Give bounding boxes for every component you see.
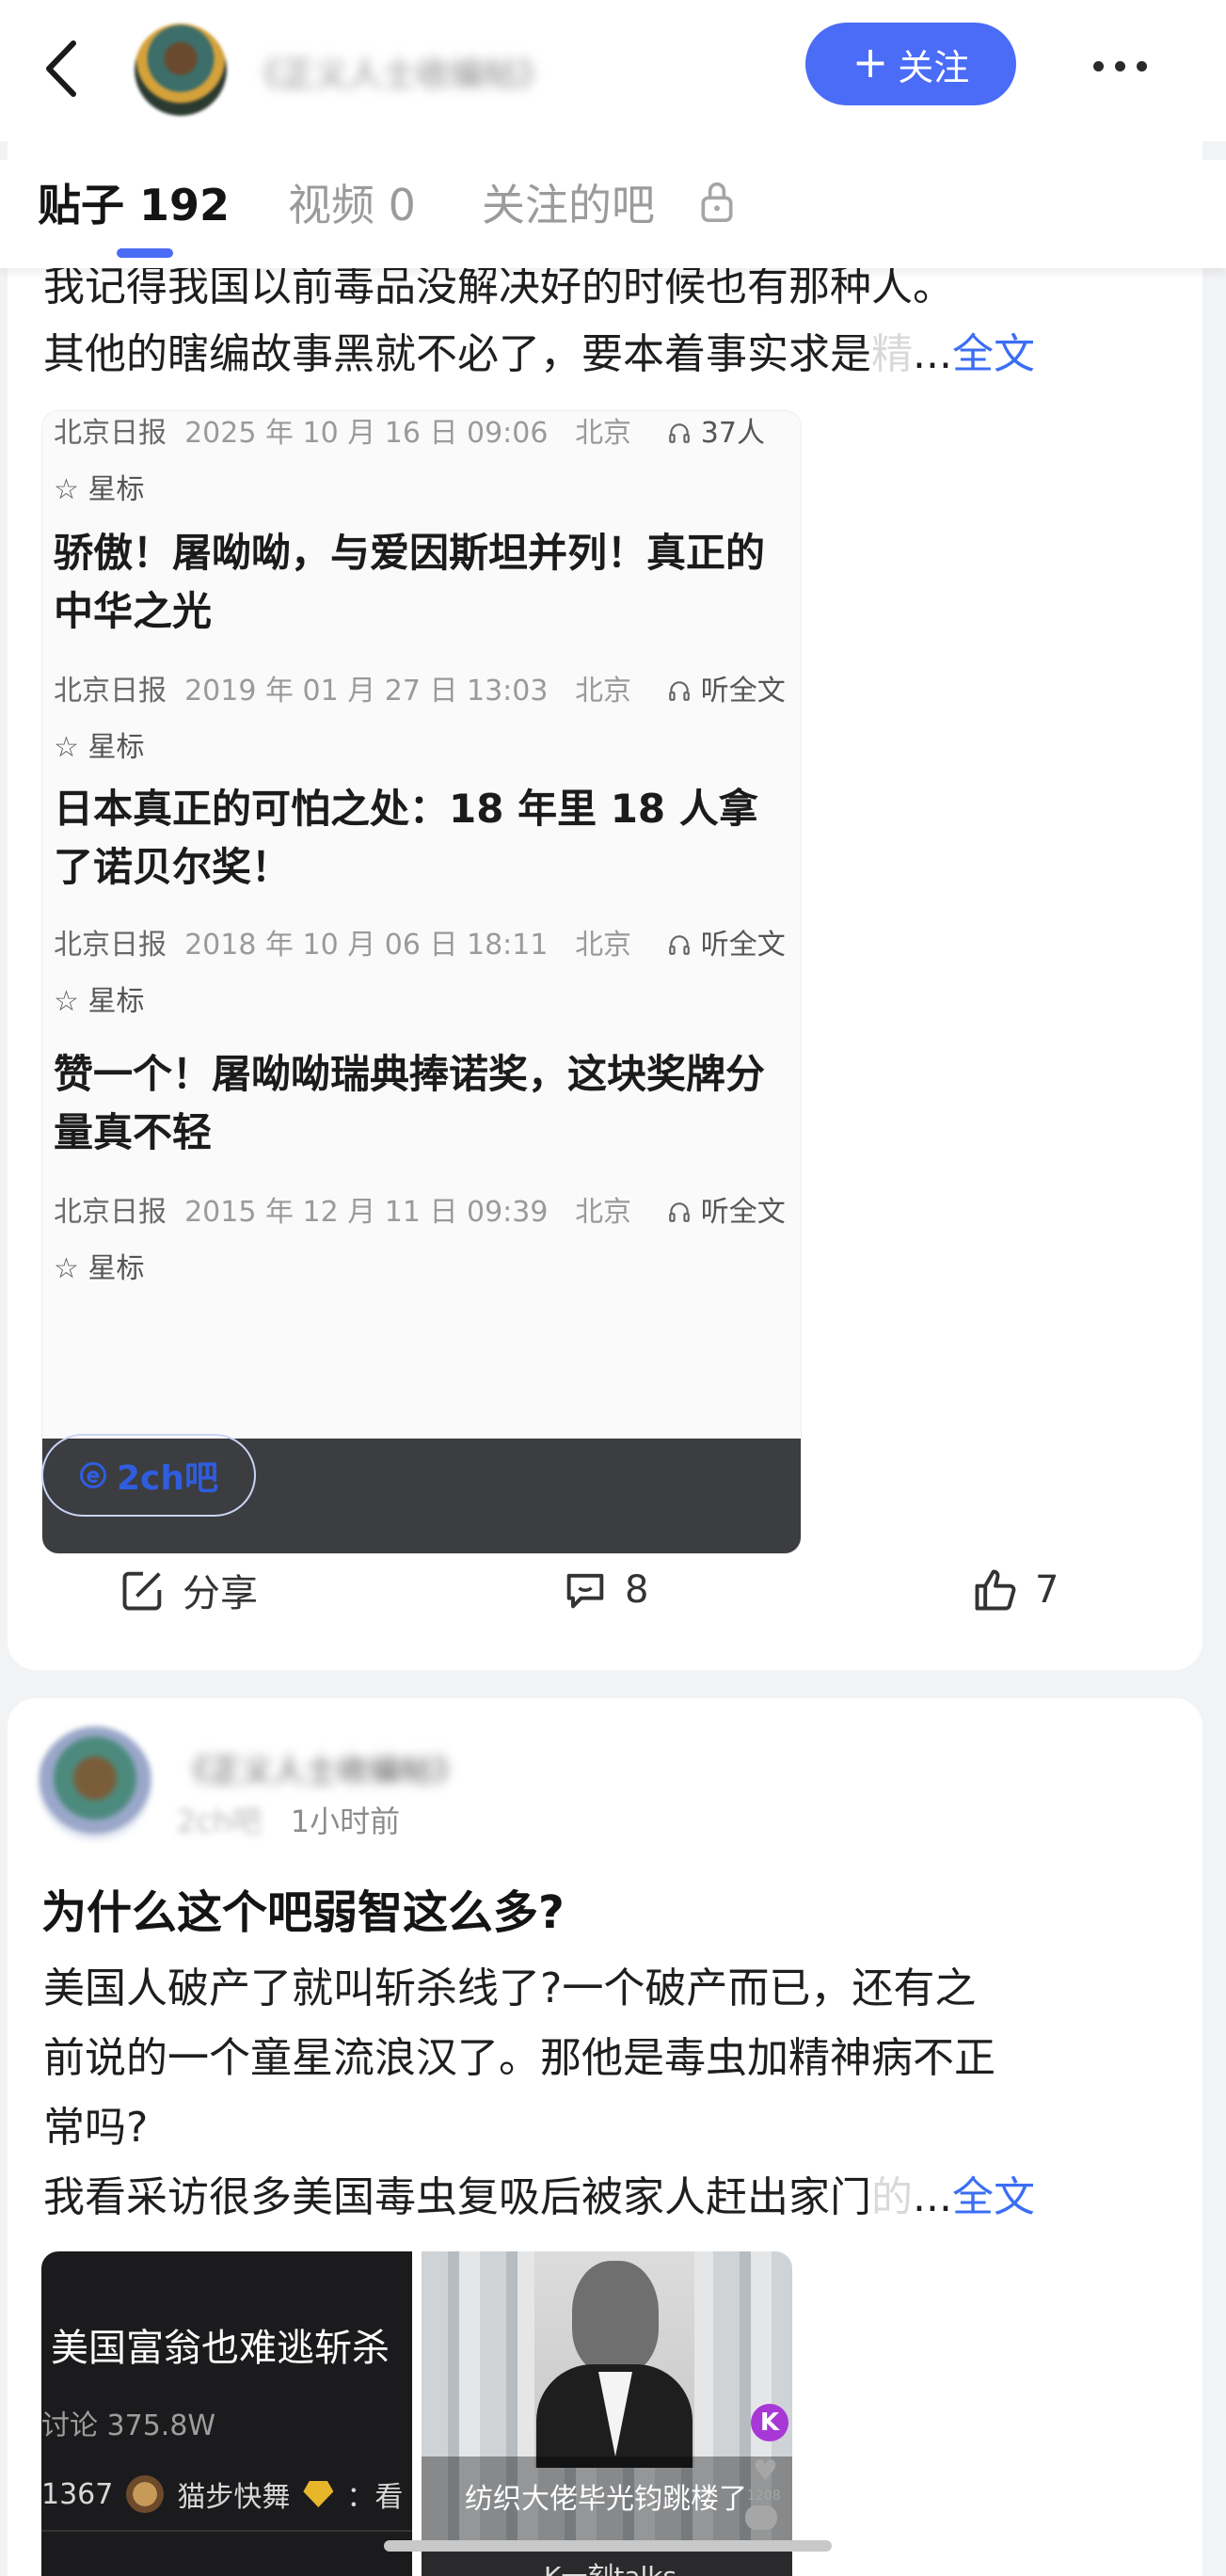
- star-label: ☆ 星标: [54, 1252, 145, 1285]
- post-time: 1小时前: [290, 1804, 401, 1839]
- headphone-icon: [669, 935, 691, 955]
- headphone-icon: [669, 423, 691, 443]
- level-badge-icon: [303, 2481, 334, 2507]
- thumbs-up-icon: [975, 1569, 1016, 1611]
- article-meta: 北京日报 2018 年 10 月 06 日 18:11 北京 听全文: [54, 929, 786, 962]
- ellipsis: ...: [913, 2173, 952, 2221]
- post-meta: 2ch吧 1小时前: [177, 1798, 400, 1841]
- share-icon: [122, 1571, 162, 1611]
- like-count: 7: [1035, 1568, 1059, 1612]
- follow-button[interactable]: + 关注: [805, 23, 1016, 105]
- article-meta: 北京日报 2015 年 12 月 11 日 09:39 北京 听全文: [54, 1196, 786, 1229]
- full-text-link[interactable]: 全文: [952, 2173, 1035, 2221]
- tab-posts[interactable]: 贴子 192: [38, 171, 230, 233]
- screenshot-article-list: 北京日报 2025 年 10 月 16 日 09:06 北京 37人 ☆ 星标 …: [42, 411, 801, 1439]
- forum-tag-label: 2ch吧: [116, 1459, 219, 1498]
- divider: [41, 2530, 412, 2532]
- star-label: ☆ 星标: [54, 985, 145, 1018]
- thumb-user: 猫步快舞: [177, 2481, 291, 2514]
- avatar[interactable]: [135, 24, 227, 116]
- share-button[interactable]: 分享: [119, 1552, 258, 1628]
- plus-icon: +: [852, 37, 889, 87]
- post-body-line: 常吗?: [43, 2104, 149, 2152]
- like-button[interactable]: 7: [971, 1552, 1059, 1628]
- star-icon: ☆: [54, 473, 79, 506]
- forum-name: 2ch吧: [177, 1804, 263, 1839]
- forum-tag-button[interactable]: 2ch吧: [41, 1434, 256, 1517]
- back-button[interactable]: [38, 36, 85, 102]
- post-title[interactable]: 为什么这个吧弱智这么多?: [41, 1875, 565, 1941]
- post-body-line: 其他的瞎编故事黑就不必了，要本着事实求是精...全文: [43, 320, 1035, 380]
- post-body-line: 前说的一个童星流浪汉了。那他是毒虫加精神病不正: [43, 2034, 995, 2082]
- share-label: 分享: [183, 1572, 258, 1615]
- user-avatar-icon: [126, 2475, 165, 2513]
- article-meta: 北京日报 2019 年 01 月 27 日 13:03 北京 听全文: [54, 675, 786, 708]
- portrait-head: [572, 2261, 659, 2374]
- profile-name: 《正义人士收编帖》: [247, 56, 552, 90]
- thumb-comment-bar: 1367 猫步快舞 ：看: [41, 2473, 403, 2515]
- lock-icon: [701, 182, 733, 222]
- more-options-button[interactable]: [1082, 38, 1157, 94]
- active-tab-indicator: [117, 248, 173, 258]
- post-image-screenshot[interactable]: 北京日报 2025 年 10 月 16 日 09:06 北京 37人 ☆ 星标 …: [41, 410, 802, 1554]
- star-label: ☆ 星标: [54, 473, 145, 506]
- dot-icon: [1114, 60, 1125, 72]
- thumb-trail: ：看: [346, 2481, 404, 2514]
- follow-label: 关注: [898, 46, 970, 88]
- star-icon: ☆: [54, 985, 79, 1018]
- thumb-count: 1367: [41, 2477, 114, 2511]
- post-body-fade: 精: [871, 330, 913, 378]
- post-card-1[interactable]: 我记得我国以前毒品没解决好的时候也有那种人。 其他的瞎编故事黑就不必了，要本着事…: [8, 141, 1202, 1670]
- comment-icon: [566, 1573, 604, 1609]
- post-image-thumb-2[interactable]: K ♥ 1208 纺织大佬毕光钧跳楼了 K一刻talks: [422, 2251, 792, 2576]
- star-label: ☆ 星标: [54, 731, 145, 764]
- k-app-icon: K: [751, 2404, 788, 2441]
- dot-icon: [1092, 60, 1104, 72]
- avatar[interactable]: [38, 1726, 152, 1841]
- article-title: 赞一个！屠呦呦瑞典捧诺奖，这块奖牌分量真不轻: [54, 1051, 766, 1155]
- tab-videos[interactable]: 视频 0: [288, 171, 416, 233]
- article-title: 日本真正的可怕之处：18 年里 18 人拿了诺贝尔奖！: [54, 786, 758, 890]
- star-icon: ☆: [54, 731, 79, 764]
- post-body-line: 我看采访很多美国毒虫复吸后被家人赶出家门的...全文: [43, 2163, 1035, 2223]
- comment-count: 8: [625, 1568, 649, 1612]
- post-body-fade: 的: [871, 2173, 913, 2221]
- headphone-icon: [669, 1202, 691, 1222]
- home-indicator[interactable]: [384, 2540, 832, 2552]
- post-body-line: 美国人破产了就叫斩杀线了?一个破产而已，还有之: [43, 1964, 977, 2012]
- comment-button[interactable]: 8: [561, 1552, 648, 1628]
- post-card-2[interactable]: 《正义人士收编帖》 2ch吧 1小时前 为什么这个吧弱智这么多? 美国人破产了就…: [8, 1698, 1202, 2576]
- full-text-link[interactable]: 全文: [952, 330, 1035, 378]
- tab-followed-forums[interactable]: 关注的吧: [482, 171, 655, 233]
- author-name[interactable]: 《正义人士收编帖》: [177, 1745, 572, 1783]
- star-icon: ☆: [54, 1252, 79, 1285]
- thumb-title: 美国富翁也难逃斩杀: [51, 2327, 390, 2370]
- thumb-discussion: 讨论 375.8W: [41, 2409, 216, 2442]
- headphone-icon: [669, 681, 691, 701]
- article-meta: 北京日报 2025 年 10 月 16 日 09:06 北京 37人: [54, 417, 765, 450]
- chevron-left-icon: [46, 40, 76, 97]
- profile-tabs: 贴子 192 视频 0 关注的吧: [0, 160, 1226, 268]
- forum-icon: [79, 1462, 106, 1488]
- dot-icon: [1136, 60, 1147, 72]
- post-body-text: 我看采访很多美国毒虫复吸后被家人赶出家门: [43, 2173, 871, 2221]
- post-image-thumb-1[interactable]: 美国富翁也难逃斩杀 讨论 375.8W 1367 猫步快舞 ：看: [41, 2251, 412, 2576]
- profile-header: 《正义人士收编帖》 + 关注: [0, 0, 1226, 141]
- video-caption: 纺织大佬毕光钧跳楼了: [422, 2457, 792, 2545]
- article-title: 骄傲！屠呦呦，与爱因斯坦并列！真正的中华之光: [54, 530, 766, 634]
- post-body-text: 其他的瞎编故事黑就不必了，要本着事实求是: [43, 330, 871, 378]
- ellipsis: ...: [913, 330, 952, 378]
